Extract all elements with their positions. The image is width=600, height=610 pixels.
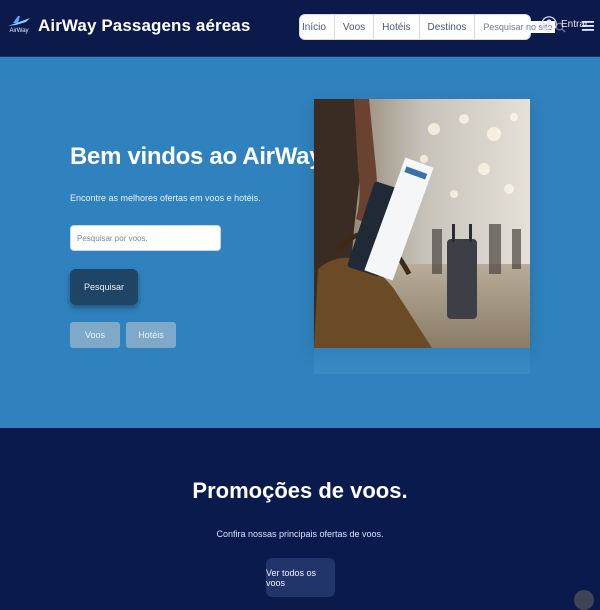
flight-search-input[interactable] <box>70 225 221 251</box>
hamburger-menu-icon[interactable] <box>582 21 594 31</box>
scroll-top-button[interactable] <box>574 590 594 610</box>
top-nav: Início Voos Hotéis Destinos <box>299 14 566 40</box>
voos-button[interactable]: Voos <box>70 322 120 348</box>
see-all-flights-button[interactable]: Ver todos os voos <box>266 558 335 597</box>
airway-logo-icon[interactable]: AirWay <box>6 10 32 36</box>
nav-item-inicio[interactable]: Início <box>300 15 335 39</box>
top-header: AirWay AirWay Passagens aéreas Início Vo… <box>0 0 600 57</box>
user-icon <box>541 16 557 32</box>
nav-item-hoteis[interactable]: Hotéis <box>374 15 420 39</box>
hero-section: Bem vindos ao AirWay! Encontre as melhor… <box>0 57 600 428</box>
hoteis-button[interactable]: Hotéis <box>126 322 176 348</box>
airport-traveler-image <box>314 99 530 348</box>
image-reflection <box>314 348 530 374</box>
hero-title: Bem vindos ao AirWay! <box>70 143 330 170</box>
search-button[interactable]: Pesquisar <box>70 269 138 305</box>
brand-title[interactable]: AirWay Passagens aéreas <box>38 16 250 36</box>
promo-title: Promoções de voos. <box>192 478 408 503</box>
promo-subtitle: Confira nossas principais ofertas de voo… <box>216 529 384 539</box>
logo-text: AirWay <box>9 28 28 34</box>
nav-item-destinos[interactable]: Destinos <box>420 15 476 39</box>
promo-section: Promoções de voos. Confira nossas princi… <box>0 428 600 600</box>
nav-item-voos[interactable]: Voos <box>335 15 375 39</box>
hero-subtitle: Encontre as melhores ofertas em voos e h… <box>70 193 261 203</box>
